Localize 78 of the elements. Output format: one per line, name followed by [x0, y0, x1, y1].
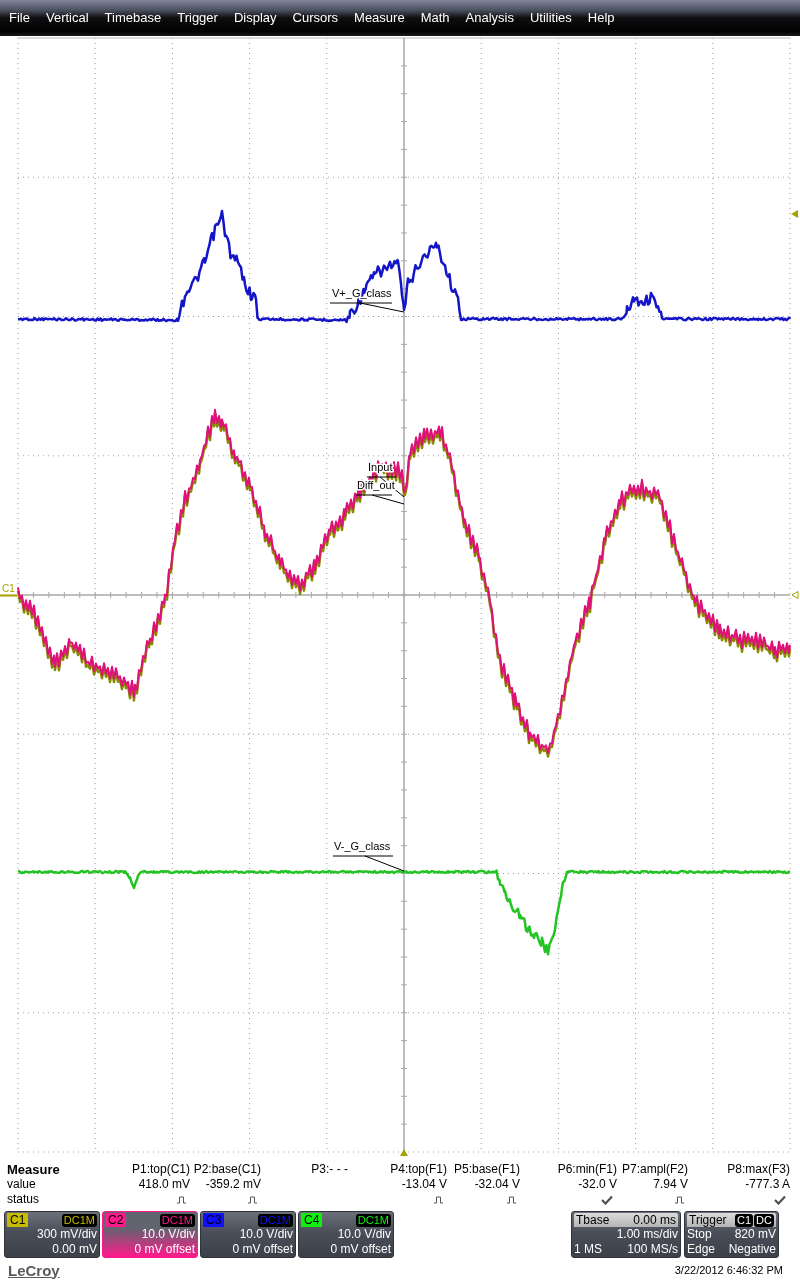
trigger-panel[interactable]: Trigger C1 DC Stop 820 mV Edge Negative	[684, 1211, 779, 1258]
channel-label: C4	[301, 1213, 323, 1227]
trigger-mode: Stop	[687, 1227, 712, 1242]
menu-item[interactable]: Trigger	[169, 8, 226, 28]
sample-count: 1 MS	[574, 1242, 602, 1257]
time-per-division: 1.00 ms/div	[616, 1227, 678, 1241]
pulse-icon	[507, 1195, 516, 1204]
channel-panel[interactable]: C2 DC1M 10.0 V/div 0 mV offset	[102, 1211, 198, 1258]
parameter-value: -32.0 V	[578, 1177, 617, 1191]
vertical-scale: 10.0 V/div	[141, 1227, 195, 1241]
coupling-label: DC1M	[355, 1213, 391, 1227]
coupling-label: DC1M	[159, 1213, 195, 1227]
channel-panel[interactable]: C4 DC1M 10.0 V/div 0 mV offset	[298, 1211, 394, 1258]
parameter-value: -32.04 V	[474, 1177, 520, 1191]
pulse-icon	[248, 1195, 257, 1204]
channel-panel[interactable]: C1 DC1M 300 mV/div 0.00 mV	[4, 1211, 100, 1258]
trigger-level-marker-icon	[791, 210, 798, 218]
channel-label: C2	[105, 1213, 127, 1227]
timebase-panel[interactable]: Tbase 0.00 ms 1.00 ms/div 1 MS 100 MS/s	[571, 1211, 681, 1258]
parameter-name: P3:- - -	[311, 1162, 348, 1176]
check-icon	[774, 1194, 786, 1205]
menu-item[interactable]: Math	[412, 8, 458, 28]
coupling-label: DC1M	[61, 1213, 97, 1227]
row-label: value	[7, 1177, 37, 1192]
offset-marker-icon	[0, 594, 18, 597]
delay-value: 0.00 ms	[633, 1213, 676, 1227]
trigger-level-value: 820 mV	[734, 1227, 776, 1242]
parameter-name: P7:ampl(F2)	[621, 1162, 688, 1176]
offset-value: 0 mV offset	[330, 1242, 391, 1256]
menu-item[interactable]: Vertical	[37, 8, 97, 28]
vertical-scale: 300 mV/div	[36, 1227, 97, 1241]
parameter-value: 418.0 mV	[138, 1177, 190, 1191]
trigger-type: Edge	[687, 1242, 716, 1257]
source-label: C1	[735, 1213, 754, 1227]
vertical-scale: 10.0 V/div	[337, 1227, 391, 1241]
trace-label: V-_G_class	[334, 840, 391, 852]
parameter-name: P6:min(F1)	[557, 1162, 617, 1176]
offset-value: 0 mV offset	[232, 1242, 293, 1256]
timestamp: 3/22/2012 6:46:32 PM	[674, 1264, 783, 1276]
channel-label: C1	[7, 1213, 29, 1227]
parameter-value: 7.94 V	[653, 1177, 688, 1191]
panel-title: Tbase	[576, 1213, 610, 1227]
parameter-name: P2:base(C1)	[193, 1162, 261, 1176]
menu-item[interactable]: Display	[225, 8, 285, 28]
sample-rate: 100 MS/s	[627, 1242, 678, 1257]
vertical-scale: 10.0 V/div	[239, 1227, 293, 1241]
check-icon	[601, 1194, 613, 1205]
parameter-name: P4:top(F1)	[390, 1162, 447, 1176]
parameter-value: -777.3 A	[745, 1177, 790, 1191]
parameter-value: -13.04 V	[401, 1177, 447, 1191]
menu-item[interactable]: Timebase	[96, 8, 170, 28]
channel-label: C3	[203, 1213, 225, 1227]
pulse-icon	[434, 1195, 443, 1204]
parameter-name: P5:base(F1)	[453, 1162, 520, 1176]
channel-marker-label: C1	[2, 583, 15, 594]
channel-panel[interactable]: C3 DC1M 10.0 V/div 0 mV offset	[200, 1211, 296, 1258]
menu-item[interactable]: Measure	[346, 8, 413, 28]
coupling-label: DC	[754, 1213, 774, 1227]
panel-title: Trigger	[689, 1213, 727, 1227]
row-label: status	[7, 1192, 40, 1207]
menu-item[interactable]: Cursors	[284, 8, 347, 28]
pulse-icon	[177, 1195, 186, 1204]
trigger-slope: Negative	[728, 1242, 776, 1257]
pulse-icon	[675, 1195, 684, 1204]
parameter-value: -359.2 mV	[205, 1177, 261, 1191]
offset-value: 0 mV offset	[134, 1242, 195, 1256]
brand-logo: LeCroy	[8, 1261, 60, 1279]
parameter-name: P1:top(C1)	[131, 1162, 190, 1176]
menu-item[interactable]: File	[1, 8, 38, 28]
menu-item[interactable]: Help	[579, 8, 623, 28]
parameter-name: P8:max(F3)	[727, 1162, 790, 1176]
offset-value: 0.00 mV	[52, 1242, 97, 1256]
panel-title: Measure	[7, 1162, 61, 1177]
triangle-marker-icon	[791, 591, 799, 599]
menu-item[interactable]: Analysis	[457, 8, 522, 28]
menu-item[interactable]: Utilities	[521, 8, 580, 28]
trigger-position-marker-icon	[400, 1149, 408, 1156]
coupling-label: DC1M	[257, 1213, 293, 1227]
